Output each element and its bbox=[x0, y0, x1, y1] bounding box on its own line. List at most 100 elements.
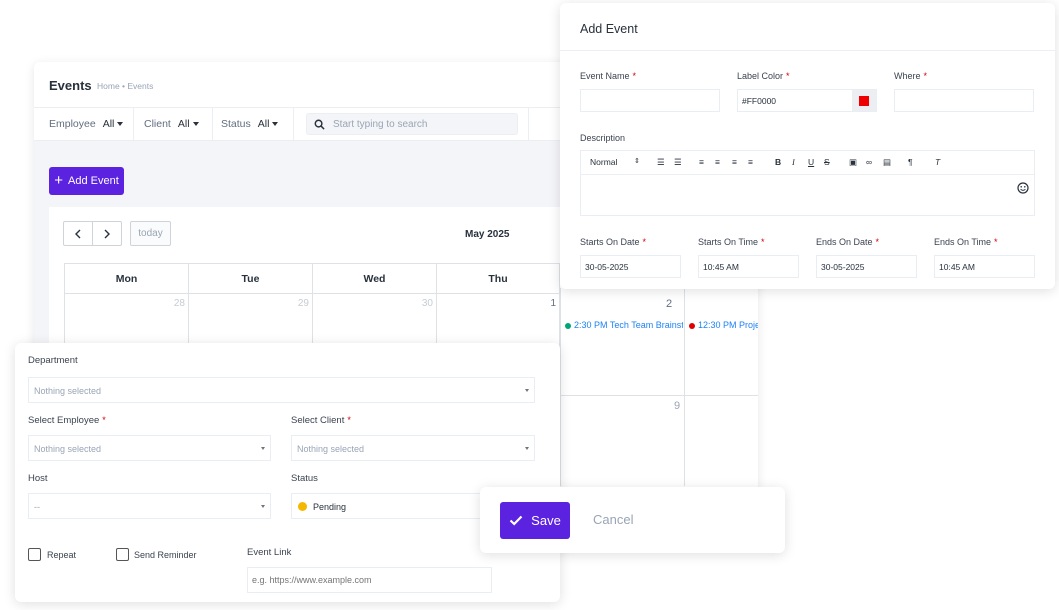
day-header-mon: Mon bbox=[64, 263, 188, 294]
align-right-icon[interactable]: ≡ bbox=[732, 157, 737, 167]
host-label: Host bbox=[28, 473, 48, 484]
where-label: Where * bbox=[894, 71, 928, 81]
label-color-label: Label Color * bbox=[737, 71, 790, 81]
event-dot-icon bbox=[565, 322, 571, 329]
chevron-down-icon bbox=[261, 447, 265, 450]
link-icon[interactable]: ∞ bbox=[866, 157, 872, 167]
event-details-form: Department Nothing selected Select Emplo… bbox=[15, 343, 560, 602]
host-select[interactable]: -- bbox=[28, 493, 271, 519]
employee-filter[interactable]: Employee All bbox=[49, 118, 124, 130]
event-name-input[interactable] bbox=[581, 90, 719, 111]
caret-down-icon bbox=[117, 122, 124, 127]
ordered-list-icon[interactable]: ☰ bbox=[657, 157, 665, 168]
chevron-down-icon bbox=[525, 447, 529, 450]
department-select[interactable]: Nothing selected bbox=[28, 377, 535, 403]
modal-title: Add Event bbox=[580, 22, 638, 36]
modal-header: Add Event bbox=[560, 3, 1055, 51]
label-color-field[interactable] bbox=[737, 89, 877, 112]
event-link-field[interactable] bbox=[247, 567, 492, 593]
where-input[interactable] bbox=[895, 90, 1033, 111]
status-label: Status bbox=[291, 473, 318, 484]
clear-format-icon[interactable]: T bbox=[935, 157, 940, 167]
label-color-input[interactable] bbox=[738, 90, 854, 111]
select-client-select[interactable]: Nothing selected bbox=[291, 435, 535, 461]
starts-on-date-label: Starts On Date * bbox=[580, 237, 647, 247]
italic-icon[interactable]: I bbox=[792, 157, 795, 167]
search-input[interactable] bbox=[333, 116, 513, 132]
next-month-button[interactable] bbox=[92, 221, 122, 246]
chevron-left-icon bbox=[75, 229, 81, 238]
sort-icon: ⇕ bbox=[634, 158, 640, 165]
calendar-continuation: 2 9 2:30 PM Tech Team Brainstorm 12:30 P… bbox=[560, 288, 758, 486]
description-label: Description bbox=[580, 133, 626, 143]
align-center-icon[interactable]: ≡ bbox=[715, 157, 720, 167]
month-title: May 2025 bbox=[465, 229, 510, 240]
image-icon[interactable]: ▣ bbox=[849, 157, 857, 168]
checkmark-icon bbox=[509, 515, 523, 526]
day-header-wed: Wed bbox=[312, 263, 436, 294]
day-header-thu: Thu bbox=[436, 263, 560, 294]
paragraph-direction-icon[interactable]: ¶ bbox=[908, 157, 913, 167]
event-link-input[interactable] bbox=[248, 568, 491, 592]
cancel-button[interactable]: Cancel bbox=[593, 512, 633, 527]
add-event-modal: Add Event Event Name* Label Color* Where… bbox=[560, 3, 1055, 289]
status-filter[interactable]: Status All bbox=[221, 118, 279, 130]
select-employee-select[interactable]: Nothing selected bbox=[28, 435, 271, 461]
calendar-event[interactable]: 2:30 PM Tech Team Brainstorm bbox=[565, 320, 683, 330]
send-reminder-checkbox[interactable] bbox=[116, 548, 129, 561]
ends-on-date-field[interactable] bbox=[816, 255, 917, 278]
ends-on-time-field[interactable] bbox=[934, 255, 1035, 278]
send-reminder-label: Send Reminder bbox=[134, 550, 197, 560]
calendar-event[interactable]: 12:30 PM Project bbox=[689, 320, 758, 330]
select-employee-label: Select Employee * bbox=[28, 415, 106, 426]
save-button[interactable]: Save bbox=[500, 502, 570, 539]
align-left-icon[interactable]: ≡ bbox=[699, 157, 704, 167]
repeat-checkbox[interactable] bbox=[28, 548, 41, 561]
caret-down-icon bbox=[272, 122, 279, 127]
align-justify-icon[interactable]: ≡ bbox=[748, 157, 753, 167]
format-select[interactable]: Normal bbox=[590, 157, 617, 167]
chevron-down-icon bbox=[261, 505, 265, 508]
add-event-button[interactable]: + Add Event bbox=[49, 167, 124, 195]
day-number: 9 bbox=[674, 400, 681, 412]
caret-down-icon bbox=[192, 122, 199, 127]
today-button[interactable]: today bbox=[130, 221, 171, 246]
event-link-label: Event Link bbox=[247, 547, 292, 558]
search-icon bbox=[307, 114, 332, 134]
starts-on-date-field[interactable] bbox=[580, 255, 681, 278]
day-header-tue: Tue bbox=[188, 263, 312, 294]
chevron-down-icon bbox=[525, 389, 529, 392]
starts-on-date-input[interactable] bbox=[581, 256, 680, 277]
prev-month-button[interactable] bbox=[63, 221, 93, 246]
repeat-label: Repeat bbox=[47, 550, 77, 560]
bold-icon[interactable]: B bbox=[775, 157, 781, 167]
event-name-field[interactable] bbox=[580, 89, 720, 112]
status-dot-icon bbox=[298, 502, 307, 511]
underline-icon[interactable]: U bbox=[808, 157, 814, 167]
department-label: Department bbox=[28, 355, 78, 366]
bullet-list-icon[interactable]: ☰ bbox=[674, 157, 682, 168]
client-filter[interactable]: Client All bbox=[144, 118, 199, 130]
page-title: Events bbox=[49, 78, 92, 93]
plus-icon: + bbox=[54, 172, 63, 189]
select-client-label: Select Client * bbox=[291, 415, 351, 426]
starts-on-time-input[interactable] bbox=[699, 256, 798, 277]
ends-on-date-label: Ends On Date * bbox=[816, 237, 880, 247]
starts-on-time-label: Starts On Time * bbox=[698, 237, 765, 247]
color-picker-button[interactable] bbox=[852, 90, 876, 111]
action-bar: Save Cancel bbox=[480, 487, 785, 553]
emoji-icon[interactable] bbox=[1017, 182, 1029, 197]
starts-on-time-field[interactable] bbox=[698, 255, 799, 278]
strikethrough-icon[interactable]: S bbox=[824, 157, 830, 167]
editor-toolbar: Normal ⇕ ☰ ☰ ≡ ≡ ≡ ≡ B I U S ▣ ∞ ▤ ¶ T bbox=[581, 151, 1034, 175]
video-icon[interactable]: ▤ bbox=[883, 157, 891, 168]
search-box bbox=[306, 113, 518, 135]
event-name-label: Event Name * bbox=[580, 71, 637, 81]
where-field[interactable] bbox=[894, 89, 1034, 112]
breadcrumb: Home • Events bbox=[97, 81, 154, 91]
day-number: 2 bbox=[666, 298, 673, 310]
chevron-right-icon bbox=[104, 229, 110, 238]
ends-on-date-input[interactable] bbox=[817, 256, 916, 277]
event-dot-icon bbox=[689, 322, 695, 329]
ends-on-time-input[interactable] bbox=[935, 256, 1034, 277]
